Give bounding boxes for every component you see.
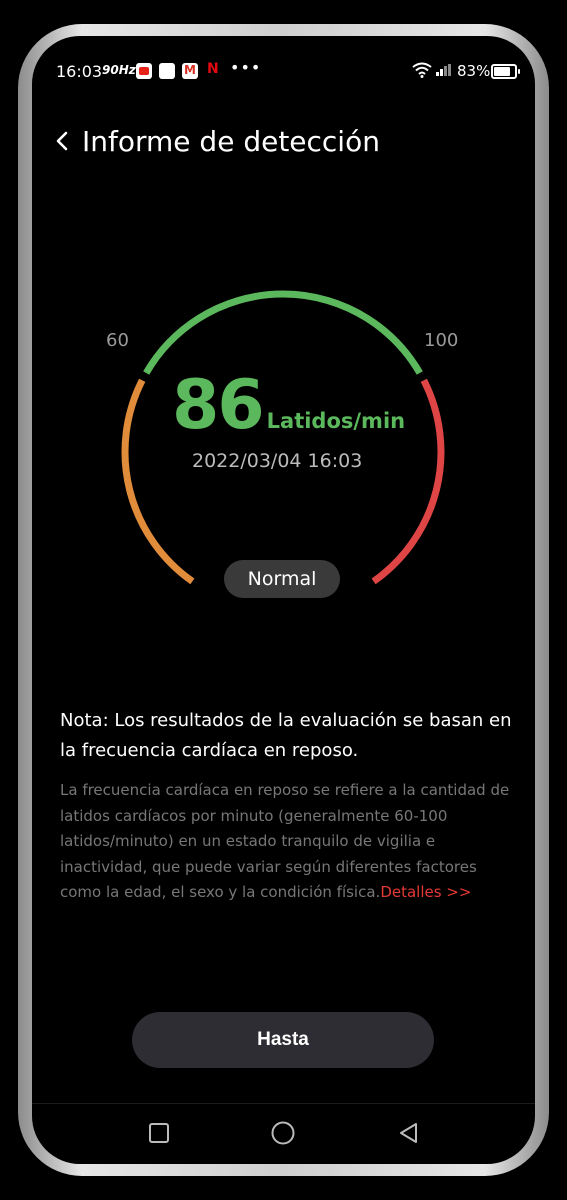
measurement-timestamp: 2022/03/04 16:03 <box>192 450 363 472</box>
more-icon: ••• <box>230 58 262 77</box>
battery-percent: 83% <box>457 62 491 80</box>
home-circle-icon[interactable] <box>268 1118 298 1148</box>
gauge-min-label: 60 <box>106 330 129 351</box>
whatsapp-icon <box>159 63 175 79</box>
youtube-icon <box>136 63 152 79</box>
gmail-icon <box>182 63 198 79</box>
page-title: Informe de detección <box>82 124 380 158</box>
heart-rate-reading: 86 Latidos/min <box>172 366 405 445</box>
recents-square-icon[interactable] <box>144 1118 174 1148</box>
page-header: Informe de detección <box>52 116 380 166</box>
battery-icon <box>491 64 520 79</box>
heart-rate-value: 86 <box>172 366 265 445</box>
heart-rate-gauge: 60 100 86 Latidos/min 2022/03/04 16:03 N… <box>32 236 535 656</box>
note-body: La frecuencia cardíaca en reposo se refi… <box>60 778 510 906</box>
heart-rate-unit: Latidos/min <box>266 409 406 433</box>
status-bar: 16:03 90Hz N ••• 83% <box>32 36 535 104</box>
status-time: 16:03 <box>56 62 103 81</box>
phone-screen: 16:03 90Hz N ••• 83% Informe de detecció… <box>32 36 535 1164</box>
details-link[interactable]: Detalles >> <box>380 883 471 901</box>
hasta-button[interactable]: Hasta <box>132 1012 434 1068</box>
gauge-arc-normal <box>143 290 423 375</box>
gauge-max-label: 100 <box>424 330 459 351</box>
back-triangle-icon[interactable] <box>394 1118 424 1148</box>
system-nav-bar <box>32 1104 535 1164</box>
status-badge: Normal <box>224 560 340 598</box>
note-title: Nota: Los resultados de la evaluación se… <box>60 710 512 761</box>
wifi-icon <box>412 62 432 78</box>
signal-icon <box>436 64 451 76</box>
refresh-rate: 90Hz <box>102 63 136 77</box>
chevron-left-icon[interactable] <box>52 126 74 156</box>
netflix-icon: N <box>207 61 219 77</box>
